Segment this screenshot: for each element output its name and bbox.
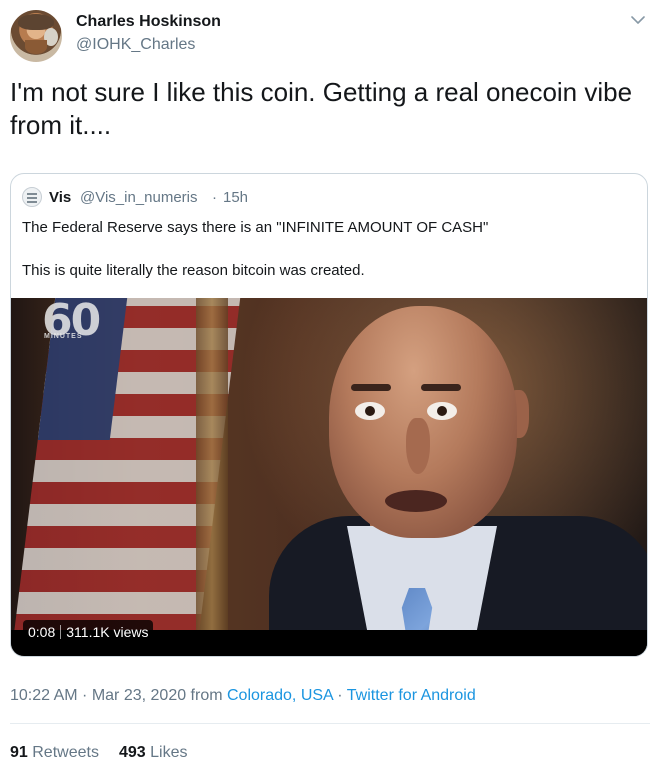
video-player[interactable]: 60 MINUTES 0:08 311.1K views <box>11 298 647 656</box>
chevron-down-icon[interactable] <box>630 12 646 28</box>
quoted-author-avatar <box>22 187 42 207</box>
logo-text: MINUTES <box>44 333 83 340</box>
quoted-text-line-2: This is quite literally the reason bitco… <box>22 262 365 279</box>
likes-stat[interactable]: 493 Likes <box>119 744 188 761</box>
quoted-author-handle[interactable]: @Vis_in_numeris <box>80 189 198 206</box>
subject-eye-left <box>355 402 385 420</box>
retweets-stat[interactable]: 91 Retweets <box>10 744 99 761</box>
video-views: 311.1K views <box>66 624 149 640</box>
subject-brow-left <box>351 384 391 391</box>
tweet-time[interactable]: 10:22 AM <box>10 687 78 704</box>
quoted-time[interactable]: 15h <box>223 189 248 206</box>
retweets-label: Retweets <box>32 744 99 761</box>
tweet-meta: 10:22 AM · Mar 23, 2020 from Colorado, U… <box>10 687 476 704</box>
video-duration: 0:08 <box>28 624 56 640</box>
tweet-date[interactable]: Mar 23, 2020 <box>92 687 186 704</box>
subject-eye-right <box>427 402 457 420</box>
quoted-author-name[interactable]: Vis <box>49 189 71 206</box>
avatar-beard <box>25 40 47 54</box>
subject-mouth <box>385 490 447 512</box>
retweets-count: 91 <box>10 744 28 761</box>
video-badge: 0:08 311.1K views <box>23 620 154 644</box>
divider <box>10 723 650 724</box>
author-avatar[interactable] <box>10 10 62 62</box>
tweet-text: I'm not sure I like this coin. Getting a… <box>10 77 633 140</box>
tv-logo: 60 MINUTES <box>42 298 108 348</box>
tweet-stats: 91 Retweets 493 Likes <box>10 744 187 762</box>
likes-count: 493 <box>118 744 146 761</box>
subject-brow-right <box>421 384 461 391</box>
quoted-text-line-1: The Federal Reserve says there is an "IN… <box>22 219 489 236</box>
author-name[interactable]: Charles Hoskinson <box>76 13 221 31</box>
subject-nose <box>406 418 430 474</box>
likes-label: Likes <box>150 744 188 761</box>
quoted-separator: · <box>212 189 217 206</box>
location-link[interactable]: Colorado, USA <box>227 687 333 704</box>
client-link[interactable]: Twitter for Android <box>347 687 476 704</box>
quoted-tweet-card[interactable]: Vis @Vis_in_numeris · 15h The Federal Re… <box>10 173 648 657</box>
author-handle[interactable]: @IOHK_Charles <box>76 36 195 54</box>
